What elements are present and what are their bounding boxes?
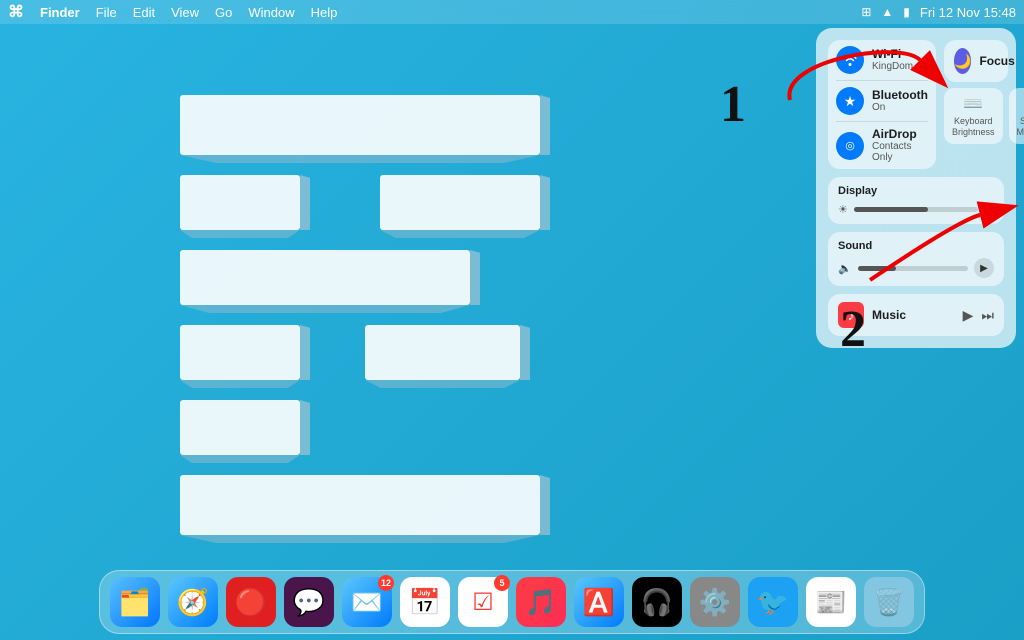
apple-menu[interactable]: ⌘ xyxy=(8,2,24,22)
cc-bluetooth-row[interactable]: ★ Bluetooth On xyxy=(836,87,928,115)
block-bot-left xyxy=(180,400,300,455)
cc-divider-2 xyxy=(836,121,928,122)
menu-window[interactable]: Window xyxy=(248,5,294,20)
cc-wifi-row[interactable]: Wi-Fi KingDom xyxy=(836,46,928,74)
display-slider[interactable] xyxy=(854,207,978,212)
cc-keyboard-brightness-tile[interactable]: ⌨️ Keyboard Brightness xyxy=(944,88,1003,144)
sound-slider[interactable] xyxy=(858,266,968,271)
dock-appstore[interactable]: 🅰️ xyxy=(574,577,624,627)
block-mid-right2 xyxy=(365,325,520,380)
focus-label: Focus xyxy=(979,54,1014,68)
dock-finder[interactable]: 🗂️ xyxy=(110,577,160,627)
menu-edit[interactable]: Edit xyxy=(133,5,155,20)
reminders-badge: 5 xyxy=(494,575,510,591)
cc-screen-mirror-tile[interactable]: 📺 Screen Mirroring xyxy=(1009,88,1024,144)
cc-airdrop-row[interactable]: ◎ AirDrop Contacts Only xyxy=(836,128,928,163)
wifi-icon xyxy=(836,46,864,74)
block-mid-left2 xyxy=(180,325,300,380)
app-name[interactable]: Finder xyxy=(40,5,80,20)
sound-label: Sound xyxy=(838,240,994,252)
display-slider-fill xyxy=(854,207,929,212)
block-mid-left1 xyxy=(180,175,300,230)
airdrop-icon: ◎ xyxy=(836,132,864,160)
music-controls: ▶ ⏭ xyxy=(963,307,994,324)
display-label: Display xyxy=(838,185,994,197)
dock-music[interactable]: 🎵 xyxy=(516,577,566,627)
bluetooth-icon: ★ xyxy=(836,87,864,115)
menu-view[interactable]: View xyxy=(171,5,199,20)
dock-system-prefs[interactable]: ⚙️ xyxy=(690,577,740,627)
desktop-art xyxy=(180,95,600,585)
skip-button[interactable]: ⏭ xyxy=(981,307,994,324)
airdrop-label: AirDrop xyxy=(872,128,928,141)
sound-slider-fill xyxy=(858,266,897,271)
dock-calendar[interactable]: 📅 xyxy=(400,577,450,627)
screen-mirroring-label: Screen Mirroring xyxy=(1017,116,1024,138)
block-bottom xyxy=(180,475,540,535)
dock: 🗂️ 🧭 🔴 💬 ✉️ 12 📅 ☑ 5 🎵 🅰️ 🎧 ⚙️ 🐦 📰 🗑️ xyxy=(99,570,925,634)
menubar-wifi-icon[interactable]: ▲ xyxy=(881,5,893,19)
menu-file[interactable]: File xyxy=(96,5,117,20)
cc-display-section: Display ☀ ☀ xyxy=(828,177,1004,224)
cc-sound-section: Sound 🔈 ▶ xyxy=(828,232,1004,286)
block-mid xyxy=(180,250,470,305)
menu-help[interactable]: Help xyxy=(311,5,338,20)
sound-mute-icon: 🔈 xyxy=(838,262,852,275)
control-center-panel: Wi-Fi KingDom ★ Bluetooth On ◎ xyxy=(816,28,1016,348)
music-app-icon: ♪ xyxy=(838,302,864,328)
bluetooth-label: Bluetooth xyxy=(872,89,928,102)
menubar: ⌘ Finder File Edit View Go Window Help ⊞… xyxy=(0,0,1024,24)
cc-focus-tile[interactable]: 🌙 Focus xyxy=(944,40,1008,82)
keyboard-icon: ⌨️ xyxy=(963,94,983,114)
wifi-label: Wi-Fi xyxy=(872,48,913,61)
dock-news[interactable]: 📰 xyxy=(806,577,856,627)
menubar-battery-icon[interactable]: ▮ xyxy=(903,5,910,19)
dock-vivaldi[interactable]: 🔴 xyxy=(226,577,276,627)
menu-go[interactable]: Go xyxy=(215,5,232,20)
dock-spotify[interactable]: 🎧 xyxy=(632,577,682,627)
keyboard-brightness-label: Keyboard Brightness xyxy=(952,116,995,138)
music-label: Music xyxy=(872,308,955,322)
menubar-clock: Fri 12 Nov 15:48 xyxy=(920,5,1016,20)
menubar-control-center-icon[interactable]: ⊞ xyxy=(861,5,871,19)
airdrop-sublabel: Contacts Only xyxy=(872,141,928,163)
dock-safari[interactable]: 🧭 xyxy=(168,577,218,627)
block-top xyxy=(180,95,540,155)
bluetooth-sublabel: On xyxy=(872,102,928,113)
dock-slack[interactable]: 💬 xyxy=(284,577,334,627)
display-bright-icon: ☀ xyxy=(984,203,994,216)
dock-twitter[interactable]: 🐦 xyxy=(748,577,798,627)
dock-reminders[interactable]: ☑ 5 xyxy=(458,577,508,627)
wifi-sublabel: KingDom xyxy=(872,61,913,72)
dock-mail[interactable]: ✉️ 12 xyxy=(342,577,392,627)
sound-menu-button[interactable]: ▶ xyxy=(974,258,994,278)
play-button[interactable]: ▶ xyxy=(963,307,974,324)
dock-trash[interactable]: 🗑️ xyxy=(864,577,914,627)
cc-divider-1 xyxy=(836,80,928,81)
moon-icon: 🌙 xyxy=(954,48,971,74)
mail-badge: 12 xyxy=(378,575,394,591)
cc-network-tile: Wi-Fi KingDom ★ Bluetooth On ◎ xyxy=(828,40,936,169)
block-mid-right1 xyxy=(380,175,540,230)
cc-music-tile[interactable]: ♪ Music ▶ ⏭ xyxy=(828,294,1004,336)
display-dim-icon: ☀ xyxy=(838,203,848,216)
